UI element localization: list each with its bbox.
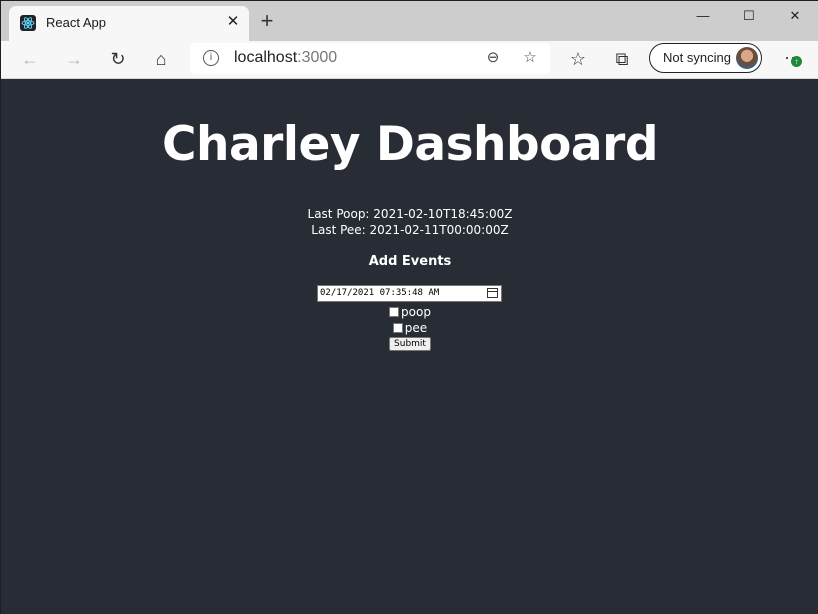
pee-checkbox-row: pee bbox=[2, 321, 818, 335]
url-host: localhost bbox=[234, 49, 298, 66]
window-close-icon[interactable]: ✕ bbox=[772, 1, 818, 31]
last-pee-text: Last Pee: 2021-02-11T00:00:00Z bbox=[311, 223, 509, 237]
page-content: Charley Dashboard Last Poop: 2021-02-10T… bbox=[2, 79, 818, 614]
info-icon[interactable]: i bbox=[203, 50, 219, 66]
datetime-value: 02/17/2021 07:35:48 AM bbox=[320, 288, 440, 298]
new-tab-icon[interactable]: + bbox=[256, 9, 278, 33]
forward-icon[interactable]: → bbox=[61, 47, 87, 71]
tab-title: React App bbox=[46, 15, 106, 30]
browser-toolbar: ← → ↻ ⌂ i localhost:3000 ⊖ ☆ ☆ ⧉ Not syn… bbox=[1, 41, 818, 79]
collections-icon[interactable]: ⧉ bbox=[609, 47, 635, 71]
minimize-icon[interactable]: — bbox=[680, 1, 726, 31]
datetime-input[interactable]: 02/17/2021 07:35:48 AM bbox=[317, 285, 502, 302]
poop-checkbox-row: poop bbox=[2, 305, 818, 319]
profile-label: Not syncing bbox=[663, 50, 731, 65]
address-bar[interactable]: i localhost:3000 ⊖ ☆ bbox=[190, 43, 550, 74]
back-icon[interactable]: ← bbox=[17, 47, 43, 71]
pee-label: pee bbox=[404, 321, 428, 335]
close-tab-icon[interactable]: ✕ bbox=[223, 10, 243, 34]
maximize-icon[interactable]: ☐ bbox=[726, 1, 772, 31]
tab-strip: React App ✕ + — ☐ ✕ bbox=[1, 1, 818, 41]
poop-checkbox[interactable] bbox=[389, 306, 400, 317]
update-badge-icon: ↑ bbox=[791, 56, 802, 67]
add-favorite-icon[interactable]: ☆ bbox=[519, 47, 541, 69]
profile-button[interactable]: Not syncing bbox=[649, 43, 762, 73]
url-text[interactable]: localhost:3000 bbox=[234, 49, 337, 67]
home-icon[interactable]: ⌂ bbox=[148, 47, 174, 71]
refresh-icon[interactable]: ↻ bbox=[105, 47, 131, 71]
url-port: :3000 bbox=[297, 49, 338, 66]
pee-checkbox[interactable] bbox=[392, 322, 403, 333]
browser-window: React App ✕ + — ☐ ✕ ← → ↻ ⌂ i localhost:… bbox=[0, 0, 818, 614]
favorites-icon[interactable]: ☆ bbox=[565, 47, 591, 71]
zoom-icon[interactable]: ⊖ bbox=[482, 47, 504, 69]
submit-button[interactable]: Submit bbox=[389, 337, 431, 351]
tab-react-app[interactable]: React App ✕ bbox=[9, 6, 249, 41]
last-poop-text: Last Poop: 2021-02-10T18:45:00Z bbox=[307, 207, 513, 221]
avatar bbox=[736, 47, 758, 69]
react-icon bbox=[20, 15, 36, 31]
add-events-heading: Add Events bbox=[368, 254, 452, 269]
poop-label: poop bbox=[401, 305, 431, 319]
page-title: Charley Dashboard bbox=[162, 117, 658, 172]
calendar-icon[interactable] bbox=[487, 288, 498, 298]
